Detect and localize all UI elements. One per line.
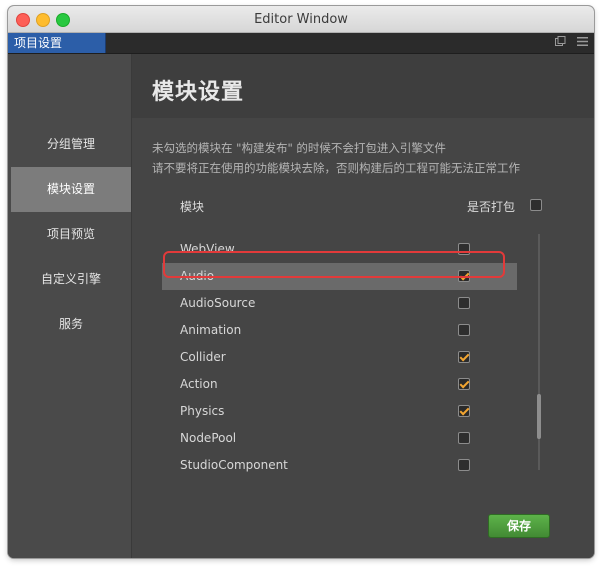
- module-row[interactable]: Audio: [162, 263, 517, 290]
- main-header: 模块设置: [132, 54, 594, 118]
- scrollbar-thumb[interactable]: [537, 394, 541, 439]
- sidebar-item-services[interactable]: 服务: [11, 302, 131, 347]
- sidebar-item-project-preview[interactable]: 项目预览: [11, 212, 131, 257]
- module-pack-checkbox[interactable]: [458, 405, 470, 417]
- module-pack-checkbox[interactable]: [458, 459, 470, 471]
- module-name: Animation: [180, 323, 242, 337]
- module-pack-checkbox[interactable]: [458, 432, 470, 444]
- module-row[interactable]: Physics: [162, 398, 517, 425]
- description-line-1: 未勾选的模块在 "构建发布" 的时候不会打包进入引擎文件: [152, 141, 446, 155]
- window-title: Editor Window: [254, 12, 348, 27]
- popout-icon[interactable]: [554, 36, 566, 48]
- module-pack-checkbox[interactable]: [458, 324, 470, 336]
- sidebar-item-module-settings[interactable]: 模块设置: [11, 167, 131, 212]
- module-name: Action: [180, 377, 218, 391]
- module-row[interactable]: NodePool: [162, 425, 517, 452]
- tab-project-settings[interactable]: 项目设置: [8, 33, 106, 53]
- module-row[interactable]: Action: [162, 371, 517, 398]
- module-row[interactable]: AudioSource: [162, 290, 517, 317]
- module-row[interactable]: StudioComponent: [162, 452, 517, 472]
- module-list: WebView Audio AudioSource Animation Collider…: [162, 236, 517, 472]
- module-row[interactable]: Animation: [162, 317, 517, 344]
- module-row[interactable]: Collider: [162, 344, 517, 371]
- module-pack-checkbox[interactable]: [458, 297, 470, 309]
- module-pack-checkbox[interactable]: [458, 243, 470, 255]
- module-name: Physics: [180, 404, 225, 418]
- module-name: StudioComponent: [180, 458, 288, 472]
- tab-bar: 项目设置: [8, 33, 594, 54]
- module-name: Audio: [180, 269, 215, 283]
- select-all-checkbox[interactable]: [530, 199, 542, 211]
- menu-icon[interactable]: [576, 36, 588, 48]
- column-header-pack: 是否打包: [467, 200, 516, 214]
- save-button[interactable]: 保存: [488, 514, 550, 538]
- module-name: NodePool: [180, 431, 237, 445]
- main-panel: 模块设置 未勾选的模块在 "构建发布" 的时候不会打包进入引擎文件 请不要将正在…: [132, 54, 594, 558]
- sidebar-item-group-management[interactable]: 分组管理: [11, 122, 131, 167]
- content-area: 分组管理 模块设置 项目预览 自定义引擎 服务 模块设置 未勾选的模块在 "构建…: [8, 54, 594, 558]
- module-name: AudioSource: [180, 296, 256, 310]
- module-name: WebView: [180, 242, 235, 256]
- title-bar: Editor Window: [8, 6, 594, 33]
- editor-window: Editor Window 项目设置 分组管理 模块设置 项目预览 自定义引擎 …: [8, 6, 594, 558]
- sidebar-item-custom-engine[interactable]: 自定义引擎: [11, 257, 131, 302]
- sidebar: 分组管理 模块设置 项目预览 自定义引擎 服务: [8, 54, 132, 558]
- tab-tools: [554, 36, 588, 48]
- module-pack-checkbox[interactable]: [458, 351, 470, 363]
- page-title: 模块设置: [152, 80, 245, 105]
- module-pack-checkbox[interactable]: [458, 270, 470, 282]
- module-row[interactable]: WebView: [162, 236, 517, 263]
- description-line-2: 请不要将正在使用的功能模块去除，否则构建后的工程可能无法正常工作: [152, 161, 520, 175]
- module-pack-checkbox[interactable]: [458, 378, 470, 390]
- module-name: Collider: [180, 350, 226, 364]
- column-header-module: 模块: [180, 200, 205, 214]
